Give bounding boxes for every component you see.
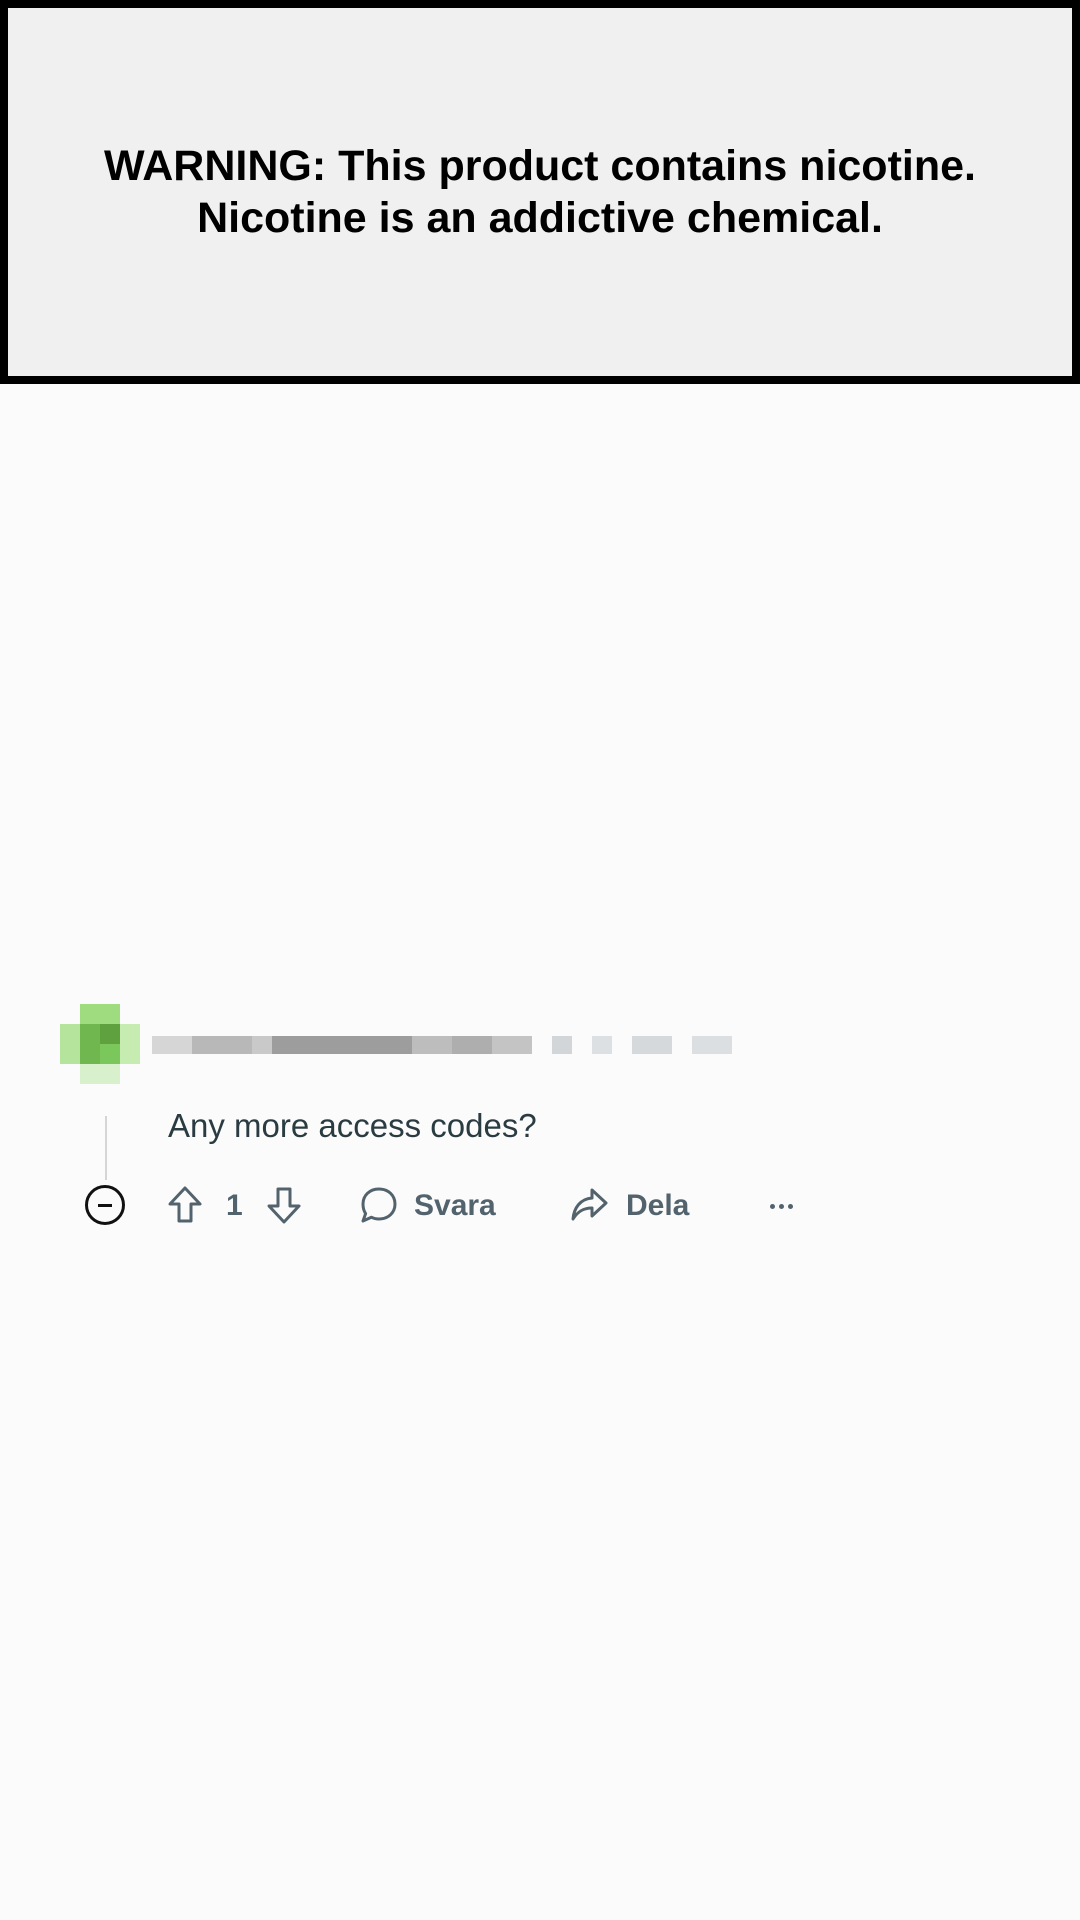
warning-text-line-1: WARNING: This product contains nicotine. — [104, 142, 976, 190]
username-redacted — [152, 1022, 772, 1068]
share-button[interactable] — [568, 1184, 610, 1226]
ellipsis-icon — [769, 1203, 775, 1209]
comment-actions: 1 Svara Dela — [0, 1180, 1080, 1232]
vote-count: 1 — [226, 1189, 243, 1222]
comment: Any more access codes? 1 Svara Dela — [0, 996, 1080, 1256]
comment-body: Any more access codes? — [168, 1107, 537, 1144]
upvote-button[interactable] — [164, 1184, 206, 1226]
reply-label[interactable]: Svara — [414, 1188, 496, 1224]
more-options-button[interactable] — [761, 1188, 801, 1224]
speech-bubble-icon — [361, 1187, 397, 1223]
nicotine-warning-banner: WARNING: This product contains nicotine.… — [0, 0, 1080, 384]
share-label[interactable]: Dela — [626, 1188, 689, 1224]
share-arrow-icon — [571, 1188, 608, 1221]
arrow-up-icon — [168, 1186, 202, 1223]
avatar[interactable] — [60, 1004, 140, 1084]
warning-text-line-2: Nicotine is an addictive chemical. — [197, 194, 883, 242]
downvote-button[interactable] — [263, 1184, 305, 1226]
reply-button[interactable] — [358, 1184, 400, 1226]
arrow-down-icon — [267, 1187, 301, 1224]
thread-line — [105, 1116, 107, 1180]
